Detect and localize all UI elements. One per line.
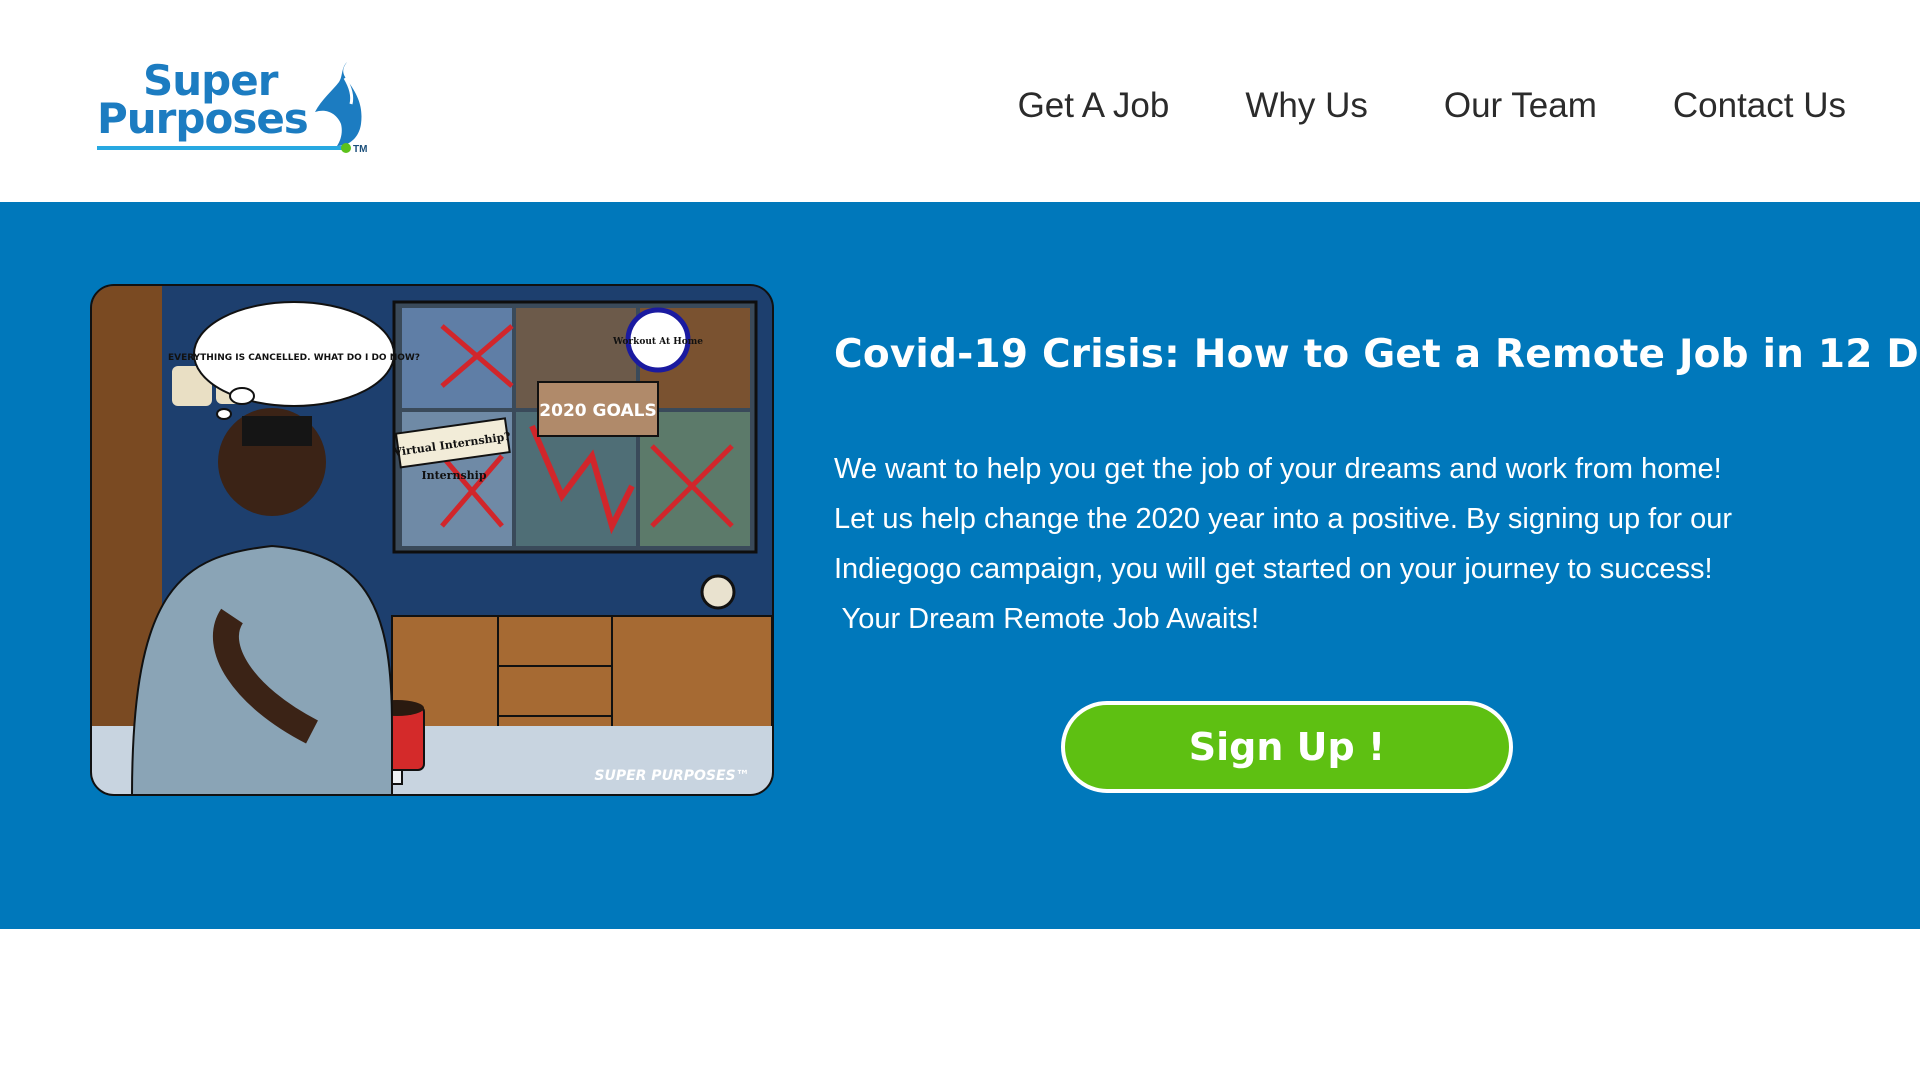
hero-body-line: Indiegogo campaign, you will get started…	[834, 553, 1713, 585]
logo-word-purposes: Purposes	[97, 94, 309, 143]
site-header: Super Purposes TM Get A Job Why Us Our T…	[0, 0, 1920, 202]
comic-illustration: 2020 GOALS Virtual Internship? Internshi…	[92, 286, 772, 794]
board-title-text: 2020 GOALS	[539, 401, 656, 421]
hero-body-line: We want to help you get the job of your …	[834, 453, 1722, 485]
super-purposes-logo[interactable]: Super Purposes TM	[97, 58, 368, 155]
hero-comic-image: 2020 GOALS Virtual Internship? Internshi…	[90, 284, 774, 796]
sign-up-button[interactable]: Sign Up !	[1061, 701, 1513, 793]
hero-body-line: Let us help change the 2020 year into a …	[834, 503, 1732, 535]
main-nav: Get A Job Why Us Our Team Contact Us	[1018, 86, 1846, 126]
thought-bubble-text: EVERYTHING IS CANCELLED. WHAT DO I DO NO…	[168, 353, 420, 363]
board-note-internship-text: Internship	[421, 469, 486, 482]
logo-dot	[341, 143, 351, 153]
water-drop-icon	[315, 62, 362, 146]
hero-title: Covid-19 Crisis: How to Get a Remote Job…	[834, 332, 1920, 377]
nav-get-a-job[interactable]: Get A Job	[1018, 86, 1170, 126]
image-watermark: SUPER PURPOSES™	[594, 768, 749, 784]
nav-our-team[interactable]: Our Team	[1444, 86, 1597, 126]
hero-section: 2020 GOALS Virtual Internship? Internshi…	[0, 202, 1920, 929]
sticker-text: Workout At Home	[612, 337, 703, 347]
nav-why-us[interactable]: Why Us	[1245, 86, 1368, 126]
hero-description: We want to help you get the job of your …	[834, 444, 1794, 644]
logo-underline	[97, 146, 345, 150]
trademark-mark: TM	[353, 144, 368, 155]
nav-contact-us[interactable]: Contact Us	[1673, 86, 1846, 126]
hero-body-line: Your Dream Remote Job Awaits!	[834, 603, 1260, 635]
